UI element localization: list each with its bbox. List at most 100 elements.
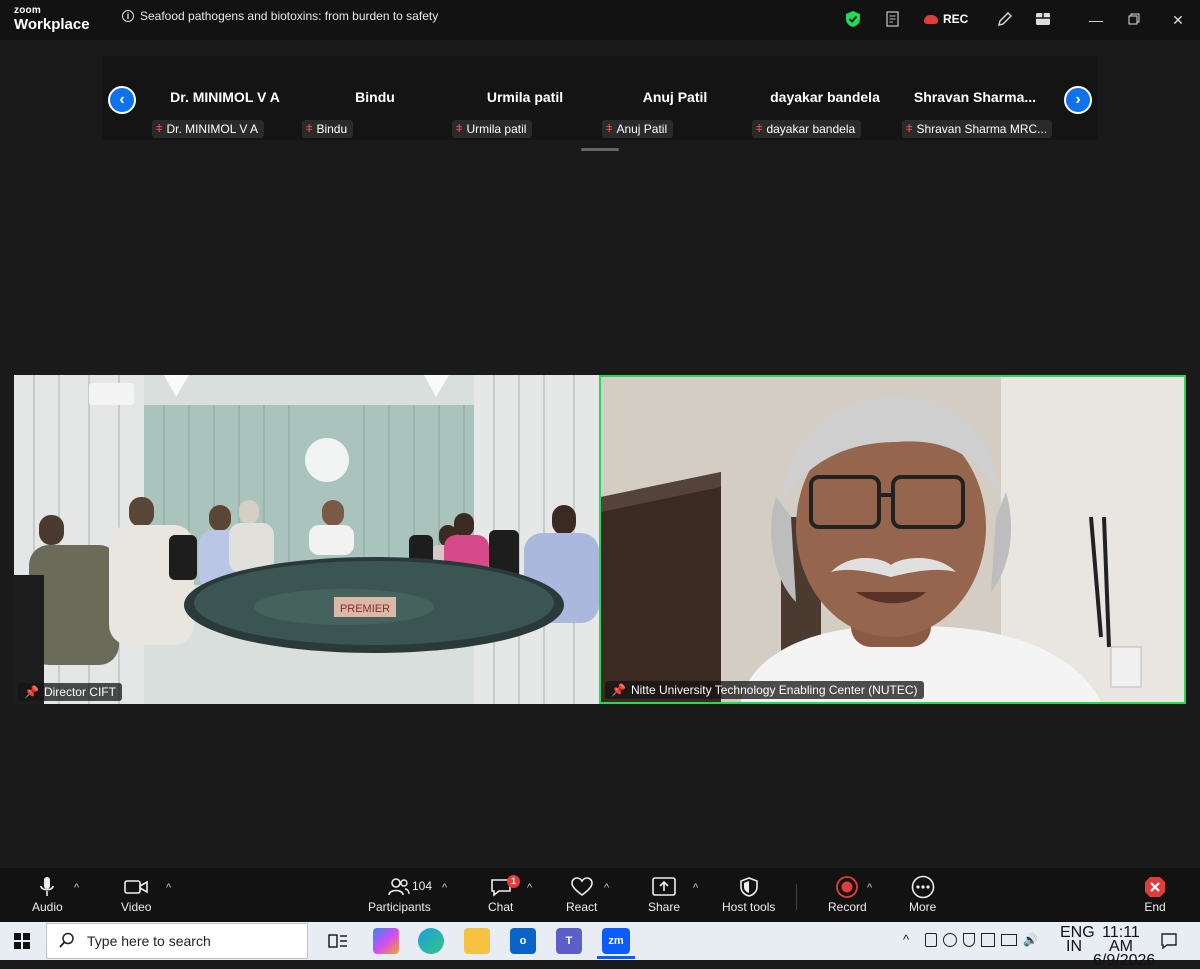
- restore-button[interactable]: [1124, 10, 1144, 30]
- participant-tag: ǂ Anuj Patil: [602, 120, 674, 138]
- task-view-icon[interactable]: [325, 928, 351, 954]
- participants-count: 104: [412, 879, 433, 893]
- chevron-right-icon: ›: [1075, 91, 1081, 108]
- title-bar: zoom Workplace i Seafood pathogens and b…: [0, 0, 1200, 40]
- volume-icon[interactable]: 🔊: [1023, 933, 1038, 949]
- video-tile-director-cift[interactable]: PREMIER 📌 Director CIFT: [14, 375, 599, 704]
- record-label: Record: [828, 900, 867, 914]
- participant-tag: ǂ dayakar bandela: [752, 120, 862, 138]
- share-label: Share: [648, 900, 681, 914]
- share-options-caret[interactable]: ^: [693, 882, 698, 894]
- clock-time: 11:11 AM: [1102, 924, 1140, 955]
- video-button[interactable]: Video: [121, 874, 151, 914]
- windows-taskbar: Type here to search o T zm ^ 🔊 ENG IN 11…: [0, 922, 1200, 969]
- shield-icon: [739, 874, 759, 900]
- video-name: Director CIFT: [43, 685, 116, 699]
- participants-options-caret[interactable]: ^: [442, 882, 447, 894]
- meeting-toolbar: [0, 868, 1200, 922]
- pen-icon[interactable]: [981, 933, 995, 947]
- participant-card[interactable]: Bindu ǂ Bindu: [300, 56, 450, 140]
- clock-date: 6/9/2026: [1093, 952, 1156, 969]
- usb-icon[interactable]: [925, 933, 937, 947]
- strip-next-button[interactable]: ›: [1064, 86, 1092, 114]
- copilot-icon[interactable]: [373, 928, 399, 954]
- mic-muted-icon: ǂ: [306, 123, 313, 135]
- participant-tag-label: Dr. MINIMOL V A: [166, 122, 259, 136]
- participant-tag-label: Shravan Sharma MRC...: [916, 122, 1048, 136]
- speaker-video: [601, 377, 1184, 702]
- show-hidden-icons-caret[interactable]: ^: [903, 932, 909, 947]
- system-tray-icons[interactable]: 🔊: [925, 933, 1043, 949]
- video-options-caret[interactable]: ^: [166, 882, 171, 894]
- zoom-taskbar-label: zm: [608, 935, 624, 947]
- edge-icon[interactable]: [418, 928, 444, 954]
- notifications-icon[interactable]: [1160, 932, 1178, 955]
- microphone-icon: [39, 874, 55, 900]
- display-icon[interactable]: [1001, 934, 1017, 946]
- meeting-info[interactable]: i Seafood pathogens and biotoxins: from …: [122, 9, 438, 23]
- host-tools-button[interactable]: Host tools: [722, 874, 775, 914]
- participant-name: Dr. MINIMOL V A: [170, 89, 280, 105]
- rec-label: REC: [943, 12, 969, 26]
- teams-icon[interactable]: T: [556, 928, 582, 954]
- audio-options-caret[interactable]: ^: [74, 882, 79, 894]
- video-name-label: 📌 Nitte University Technology Enabling C…: [605, 681, 924, 699]
- mic-muted-icon: ǂ: [456, 123, 463, 135]
- taskbar-search-box[interactable]: Type here to search: [46, 923, 308, 959]
- chat-options-caret[interactable]: ^: [527, 882, 532, 894]
- participant-name: Shravan Sharma...: [913, 89, 1037, 105]
- react-button[interactable]: React: [566, 874, 597, 914]
- more-button[interactable]: More: [909, 874, 936, 914]
- windows-start-icon[interactable]: [14, 933, 30, 954]
- video-name-label: 📌 Director CIFT: [18, 683, 122, 701]
- brand-line2: Workplace: [14, 16, 90, 33]
- end-icon: [1143, 874, 1167, 900]
- info-icon[interactable]: i: [122, 10, 134, 22]
- toolbar-divider: [796, 884, 797, 910]
- participant-card[interactable]: Shravan Sharma... ǂ Shravan Sharma MRC...: [900, 56, 1052, 140]
- strip-prev-button[interactable]: ‹: [108, 86, 136, 114]
- file-explorer-icon[interactable]: [464, 928, 490, 954]
- share-button[interactable]: Share: [648, 874, 680, 914]
- notes-icon[interactable]: [884, 8, 902, 30]
- close-button[interactable]: ✕: [1168, 10, 1188, 30]
- zoom-taskbar-icon[interactable]: zm: [602, 928, 630, 954]
- host-tools-label: Host tools: [722, 900, 776, 914]
- participant-card[interactable]: Dr. MINIMOL V A ǂ Dr. MINIMOL V A: [150, 56, 300, 140]
- chevron-left-icon: ‹: [119, 91, 125, 108]
- language-indicator[interactable]: ENG IN: [1060, 925, 1095, 955]
- participant-tag: ǂ Urmila patil: [452, 120, 533, 138]
- audio-button[interactable]: Audio: [32, 874, 63, 914]
- outlook-icon[interactable]: o: [510, 928, 536, 954]
- record-button[interactable]: Record: [828, 874, 867, 914]
- mic-muted-icon: ǂ: [156, 123, 163, 135]
- participant-strip: ‹ Dr. MINIMOL V A ǂ Dr. MINIMOL V A Bindu…: [102, 56, 1098, 140]
- participant-tag-label: Anuj Patil: [616, 122, 668, 136]
- table-sign-text: PREMIER: [340, 603, 390, 615]
- react-options-caret[interactable]: ^: [604, 882, 609, 894]
- participants-label: Participants: [368, 900, 431, 914]
- video-tile-nutec[interactable]: 📌 Nitte University Technology Enabling C…: [599, 375, 1186, 704]
- record-options-caret[interactable]: ^: [867, 882, 872, 894]
- security-icon[interactable]: [963, 933, 975, 947]
- encryption-shield-icon[interactable]: [845, 8, 861, 30]
- minimize-button[interactable]: —: [1086, 10, 1106, 30]
- participant-card[interactable]: Anuj Patil ǂ Anuj Patil: [600, 56, 750, 140]
- participant-tag: ǂ Shravan Sharma MRC...: [902, 120, 1052, 138]
- chat-label: Chat: [488, 900, 514, 914]
- video-label: Video: [121, 900, 152, 914]
- participant-name: dayakar bandela: [770, 89, 880, 105]
- video-camera-icon: [123, 874, 149, 900]
- participant-card[interactable]: dayakar bandela ǂ dayakar bandela: [750, 56, 900, 140]
- participant-tag: ǂ Dr. MINIMOL V A: [152, 120, 265, 138]
- end-meeting-button[interactable]: End: [1143, 874, 1167, 914]
- search-placeholder: Type here to search: [87, 933, 211, 949]
- clock[interactable]: 11:11 AM 6/9/2026: [1093, 924, 1156, 969]
- annotate-pencil-icon[interactable]: [996, 8, 1014, 30]
- network-status-icon[interactable]: [943, 933, 957, 947]
- mic-muted-icon: ǂ: [906, 123, 913, 135]
- participant-card[interactable]: Urmila patil ǂ Urmila patil: [450, 56, 600, 140]
- chat-unread-badge: 1: [507, 875, 520, 888]
- view-layout-icon[interactable]: [1034, 8, 1052, 30]
- recording-indicator[interactable]: REC: [924, 8, 968, 30]
